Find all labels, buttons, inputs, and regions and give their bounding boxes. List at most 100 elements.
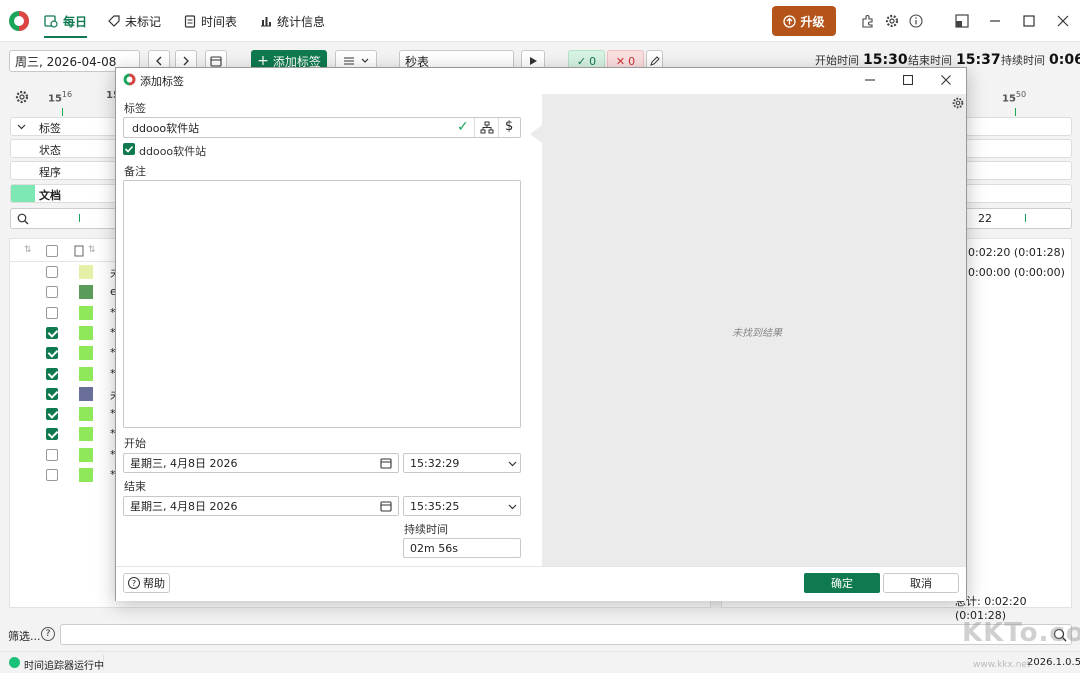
tab-statistics[interactable]: 统计信息 bbox=[260, 0, 325, 42]
list-item[interactable]: * bbox=[12, 445, 117, 465]
dialog-maximize-button[interactable] bbox=[898, 71, 918, 89]
row-status-label: 状态 bbox=[39, 144, 61, 157]
list-item[interactable]: * bbox=[12, 323, 117, 343]
help-icon[interactable]: ? bbox=[41, 627, 55, 641]
status-dot-icon bbox=[9, 657, 20, 668]
duration-value: 0:06 bbox=[1049, 52, 1080, 68]
calendar-icon[interactable] bbox=[380, 500, 392, 512]
color-swatch bbox=[79, 265, 93, 279]
list-item[interactable]: * bbox=[12, 465, 117, 485]
gear-icon[interactable] bbox=[951, 96, 965, 110]
list-icon bbox=[344, 57, 354, 65]
list-item[interactable]: * bbox=[12, 424, 117, 444]
help-button[interactable]: ? 帮助 bbox=[123, 573, 170, 593]
maximize-icon bbox=[1023, 15, 1035, 27]
list-item[interactable]: 未 bbox=[12, 384, 121, 404]
start-date-field[interactable]: 星期三, 4月8日 2026 bbox=[123, 453, 399, 473]
cancel-button[interactable]: 取消 bbox=[883, 573, 959, 593]
tab-label: 统计信息 bbox=[277, 14, 326, 29]
list-item[interactable]: * bbox=[12, 364, 117, 384]
timeline-gear-icon[interactable] bbox=[14, 89, 30, 105]
end-time-select[interactable]: 15:35:25 bbox=[403, 496, 521, 516]
x-icon: ✕ bbox=[615, 54, 626, 68]
help-label: 帮助 bbox=[143, 577, 165, 590]
check-icon: ✓ bbox=[576, 54, 587, 68]
ok-label: 确定 bbox=[831, 577, 853, 590]
add-tag-dialog: 添加标签 标签 ddooo软件站 ✓ $ ddooo软件站 备注 开始 星期三,… bbox=[115, 67, 967, 601]
minimize-button[interactable] bbox=[985, 11, 1005, 31]
color-swatch bbox=[79, 447, 93, 462]
list-item[interactable]: e bbox=[12, 282, 117, 302]
info-icon[interactable] bbox=[908, 13, 924, 29]
tag-input[interactable]: ddooo软件站 ✓ $ bbox=[123, 117, 521, 138]
minimize-icon bbox=[865, 79, 875, 81]
list-item[interactable]: * bbox=[12, 404, 117, 424]
note-textarea[interactable] bbox=[123, 180, 521, 428]
dialog-close-button[interactable] bbox=[936, 71, 956, 89]
minimize-icon bbox=[990, 20, 1000, 22]
end-date-field[interactable]: 星期三, 4月8日 2026 bbox=[123, 496, 399, 516]
search-marker bbox=[79, 214, 80, 222]
end-time-label: 结束时间 bbox=[908, 54, 952, 67]
list-item-checkbox[interactable] bbox=[46, 266, 58, 278]
select-all-checkbox[interactable] bbox=[46, 245, 58, 257]
list-item-checkbox[interactable] bbox=[46, 469, 58, 481]
list-item[interactable]: 未 bbox=[12, 262, 121, 282]
puzzle-icon[interactable] bbox=[860, 13, 876, 29]
tab-timesheet[interactable]: 时间表 bbox=[184, 0, 237, 42]
list-item-checkbox[interactable] bbox=[46, 347, 58, 360]
check-icon[interactable]: ✓ bbox=[457, 119, 469, 135]
close-button[interactable] bbox=[1053, 11, 1073, 31]
end-time-stat: 结束时间 15:37 bbox=[908, 52, 1001, 68]
search-marker bbox=[1025, 214, 1026, 222]
arrow-up-circle-icon bbox=[783, 14, 797, 28]
close-icon bbox=[941, 75, 951, 85]
tab-untagged[interactable]: 未标记 bbox=[108, 0, 161, 42]
end-time-value: 15:35:25 bbox=[410, 499, 460, 513]
watermark-url: www.kkx.net bbox=[973, 660, 1031, 670]
end-time-value: 15:37 bbox=[956, 52, 1001, 68]
field-divider bbox=[498, 118, 499, 137]
dialog-footer: ? 帮助 确定 取消 bbox=[116, 566, 966, 601]
list-item-checkbox[interactable] bbox=[46, 286, 58, 299]
list-item[interactable]: * bbox=[12, 303, 117, 323]
close-icon bbox=[1057, 15, 1069, 27]
row-document-label: 文档 bbox=[39, 189, 61, 202]
accept-count: 0 bbox=[589, 54, 597, 68]
color-swatch bbox=[79, 325, 93, 340]
start-time-select[interactable]: 15:32:29 bbox=[403, 453, 521, 473]
filter-input[interactable] bbox=[60, 624, 1072, 645]
tag-checkbox[interactable] bbox=[123, 143, 135, 155]
tab-daily[interactable]: 每日 bbox=[44, 0, 88, 42]
row-document-highlight bbox=[11, 185, 35, 202]
maximize-button[interactable] bbox=[1019, 11, 1039, 31]
list-item-checkbox[interactable] bbox=[46, 306, 58, 319]
gear-icon[interactable] bbox=[884, 13, 900, 29]
tag-off-icon bbox=[108, 15, 120, 27]
help-icon: ? bbox=[128, 577, 140, 589]
dollar-icon[interactable]: $ bbox=[505, 119, 513, 134]
list-item-checkbox[interactable] bbox=[46, 326, 58, 339]
hierarchy-icon[interactable] bbox=[480, 121, 494, 135]
check-icon bbox=[124, 145, 134, 153]
list-item-checkbox[interactable] bbox=[46, 428, 58, 441]
ok-button[interactable]: 确定 bbox=[804, 573, 880, 593]
reject-count: 0 bbox=[628, 54, 636, 68]
list-item-checkbox[interactable] bbox=[46, 448, 58, 461]
list-item-checkbox[interactable] bbox=[46, 387, 58, 400]
calendar-icon[interactable] bbox=[380, 457, 392, 469]
list-item[interactable]: * bbox=[12, 343, 117, 363]
list-item-checkbox[interactable] bbox=[46, 367, 58, 380]
app-logo-icon bbox=[8, 10, 30, 32]
search-right-value: 22 bbox=[978, 212, 992, 225]
list-item-checkbox[interactable] bbox=[46, 408, 58, 421]
duration-field[interactable]: 02m 56s bbox=[403, 538, 521, 558]
row-program-label: 程序 bbox=[39, 166, 61, 179]
chevron-left-icon bbox=[156, 56, 162, 66]
dialog-minimize-button[interactable] bbox=[860, 71, 880, 89]
window-mode-icon[interactable] bbox=[954, 13, 970, 29]
duration-value: 02m 56s bbox=[410, 541, 458, 555]
version-label: 2026.1.0.5 bbox=[1027, 657, 1080, 668]
play-icon bbox=[530, 57, 537, 65]
upgrade-button[interactable]: 升级 bbox=[772, 6, 836, 36]
